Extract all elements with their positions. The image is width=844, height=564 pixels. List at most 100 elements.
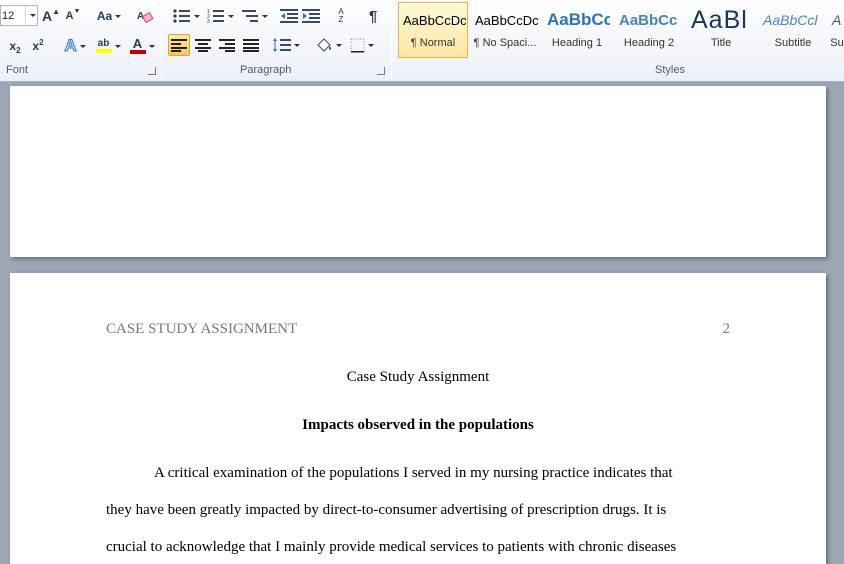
grow-font-button[interactable]: A ▲ bbox=[41, 5, 61, 27]
highlighter-icon: ab bbox=[95, 39, 112, 53]
chevron-down-icon bbox=[115, 14, 122, 18]
pilcrow-icon: ¶ bbox=[368, 7, 378, 25]
decrease-indent-icon bbox=[280, 9, 298, 23]
increase-indent-icon bbox=[302, 9, 320, 23]
multilevel-list-button[interactable] bbox=[238, 5, 270, 27]
paint-bucket-icon bbox=[316, 37, 331, 52]
style-preview: AaBbCcDc bbox=[475, 12, 538, 28]
chevron-down-icon bbox=[193, 14, 200, 18]
multilevel-list-icon bbox=[241, 10, 258, 22]
font-color-swatch bbox=[129, 50, 146, 54]
bullets-button[interactable] bbox=[170, 5, 202, 27]
style-normal[interactable]: AaBbCcDc ¶ Normal bbox=[398, 2, 468, 58]
style-name: Title bbox=[710, 37, 732, 49]
font-size-dropdown[interactable] bbox=[25, 6, 37, 25]
align-left-icon bbox=[171, 38, 187, 52]
font-size-box[interactable]: 12 bbox=[0, 5, 38, 26]
shrink-font-button[interactable]: A ▼ bbox=[63, 5, 83, 27]
line-spacing-button[interactable] bbox=[270, 34, 302, 56]
group-divider bbox=[161, 2, 162, 80]
grow-font-icon: A bbox=[41, 8, 53, 24]
style-preview: AaBl bbox=[691, 5, 748, 34]
shrink-font-icon: A bbox=[65, 10, 74, 22]
document-page-1[interactable] bbox=[10, 86, 826, 257]
style-preview: AaBbCcl bbox=[763, 12, 818, 28]
paragraph-line: crucial to acknowledge that I mainly pro… bbox=[106, 539, 677, 555]
style-preview: A bbox=[832, 12, 842, 28]
decrease-indent-button[interactable] bbox=[278, 5, 300, 27]
paragraph-line: they have been greatly impacted by direc… bbox=[106, 502, 667, 518]
style-name: Subtitle bbox=[774, 37, 812, 49]
align-right-button[interactable] bbox=[216, 34, 238, 56]
page-number: 2 bbox=[722, 321, 731, 337]
subscript-mark-icon: 2 bbox=[16, 45, 21, 55]
style-subtle-emphasis[interactable]: A Su bbox=[830, 2, 844, 58]
shading-button[interactable] bbox=[312, 34, 344, 56]
borders-icon bbox=[350, 38, 365, 52]
sort-icon: A Z bbox=[338, 7, 344, 24]
numbering-button[interactable]: 1 2 3 bbox=[204, 5, 236, 27]
running-header: CASE STUDY ASSIGNMENT bbox=[106, 321, 298, 337]
chevron-down-icon bbox=[368, 43, 374, 47]
style-name: ¶ No Spaci... bbox=[473, 37, 537, 49]
clear-formatting-icon: A bbox=[137, 11, 154, 24]
change-case-icon: Aa bbox=[96, 9, 113, 23]
superscript-button[interactable]: x2 bbox=[28, 35, 48, 57]
chevron-down-icon bbox=[261, 14, 268, 18]
font-color-icon: A bbox=[129, 37, 146, 54]
styles-group-label: Styles bbox=[655, 64, 685, 76]
highlight-color-swatch bbox=[95, 49, 112, 53]
font-color-button[interactable]: A bbox=[126, 35, 158, 57]
style-name: Su bbox=[830, 37, 844, 49]
document-page-2[interactable]: CASE STUDY ASSIGNMENT 2 Case Study Assig… bbox=[10, 273, 826, 564]
text-effects-button[interactable]: A bbox=[60, 35, 90, 57]
style-no-spacing[interactable]: AaBbCcDc ¶ No Spaci... bbox=[470, 2, 540, 58]
font-dialog-launcher-icon[interactable] bbox=[148, 67, 156, 75]
document-title: Case Study Assignment bbox=[346, 369, 490, 385]
bullet-list-icon bbox=[172, 9, 190, 23]
clear-formatting-button[interactable]: A bbox=[134, 5, 156, 27]
style-subtitle[interactable]: AaBbCcl Subtitle bbox=[758, 2, 828, 58]
up-arrow-icon: ▲ bbox=[52, 6, 61, 16]
line-spacing-icon bbox=[272, 38, 291, 52]
change-case-button[interactable]: Aa bbox=[94, 5, 124, 27]
increase-indent-button[interactable] bbox=[300, 5, 322, 27]
sort-button[interactable]: A Z bbox=[330, 5, 352, 27]
justify-button[interactable] bbox=[240, 34, 262, 56]
section-heading: Impacts observed in the populations bbox=[302, 417, 534, 433]
style-name: Heading 1 bbox=[551, 37, 603, 49]
style-heading-1[interactable]: AaBbCc Heading 1 bbox=[542, 2, 612, 58]
group-divider bbox=[391, 2, 392, 80]
align-center-button[interactable] bbox=[192, 34, 214, 56]
chevron-down-icon bbox=[227, 14, 234, 18]
style-preview: AaBbCc bbox=[547, 10, 610, 29]
style-title[interactable]: AaBl Title bbox=[686, 2, 756, 58]
chevron-down-icon bbox=[335, 43, 342, 47]
chevron-down-icon bbox=[79, 44, 86, 48]
style-name: Heading 2 bbox=[623, 37, 675, 49]
chevron-down-icon bbox=[114, 44, 121, 48]
paragraph-dialog-launcher-icon[interactable] bbox=[377, 67, 385, 75]
numbered-list-icon: 1 2 3 bbox=[207, 9, 224, 23]
svg-text:3: 3 bbox=[207, 19, 210, 23]
borders-button[interactable] bbox=[346, 34, 378, 56]
font-size-value: 12 bbox=[2, 9, 15, 22]
superscript-icon: x bbox=[32, 39, 40, 53]
highlight-button[interactable]: ab bbox=[92, 35, 124, 57]
chevron-down-icon bbox=[293, 43, 300, 47]
align-left-button[interactable] bbox=[168, 34, 190, 56]
style-heading-2[interactable]: AaBbCc Heading 2 bbox=[614, 2, 684, 58]
subscript-icon: x bbox=[9, 39, 17, 53]
show-formatting-button[interactable]: ¶ bbox=[362, 5, 384, 27]
style-preview: AaBbCcDc bbox=[403, 12, 466, 28]
align-right-icon bbox=[219, 38, 235, 52]
chevron-down-icon bbox=[30, 14, 36, 17]
subscript-button[interactable]: x2 bbox=[5, 35, 25, 57]
font-group-label: Font bbox=[6, 64, 29, 76]
ribbon: 12 A ▲ A ▼ Aa A x2 x2 A ab A Font 1 2 3 … bbox=[0, 0, 844, 82]
paragraph-group-label: Paragraph bbox=[240, 64, 292, 76]
style-preview: AaBbCc bbox=[619, 11, 678, 29]
text-effects-icon: A bbox=[64, 36, 77, 56]
justify-icon bbox=[243, 38, 259, 52]
superscript-mark-icon: 2 bbox=[39, 37, 44, 47]
